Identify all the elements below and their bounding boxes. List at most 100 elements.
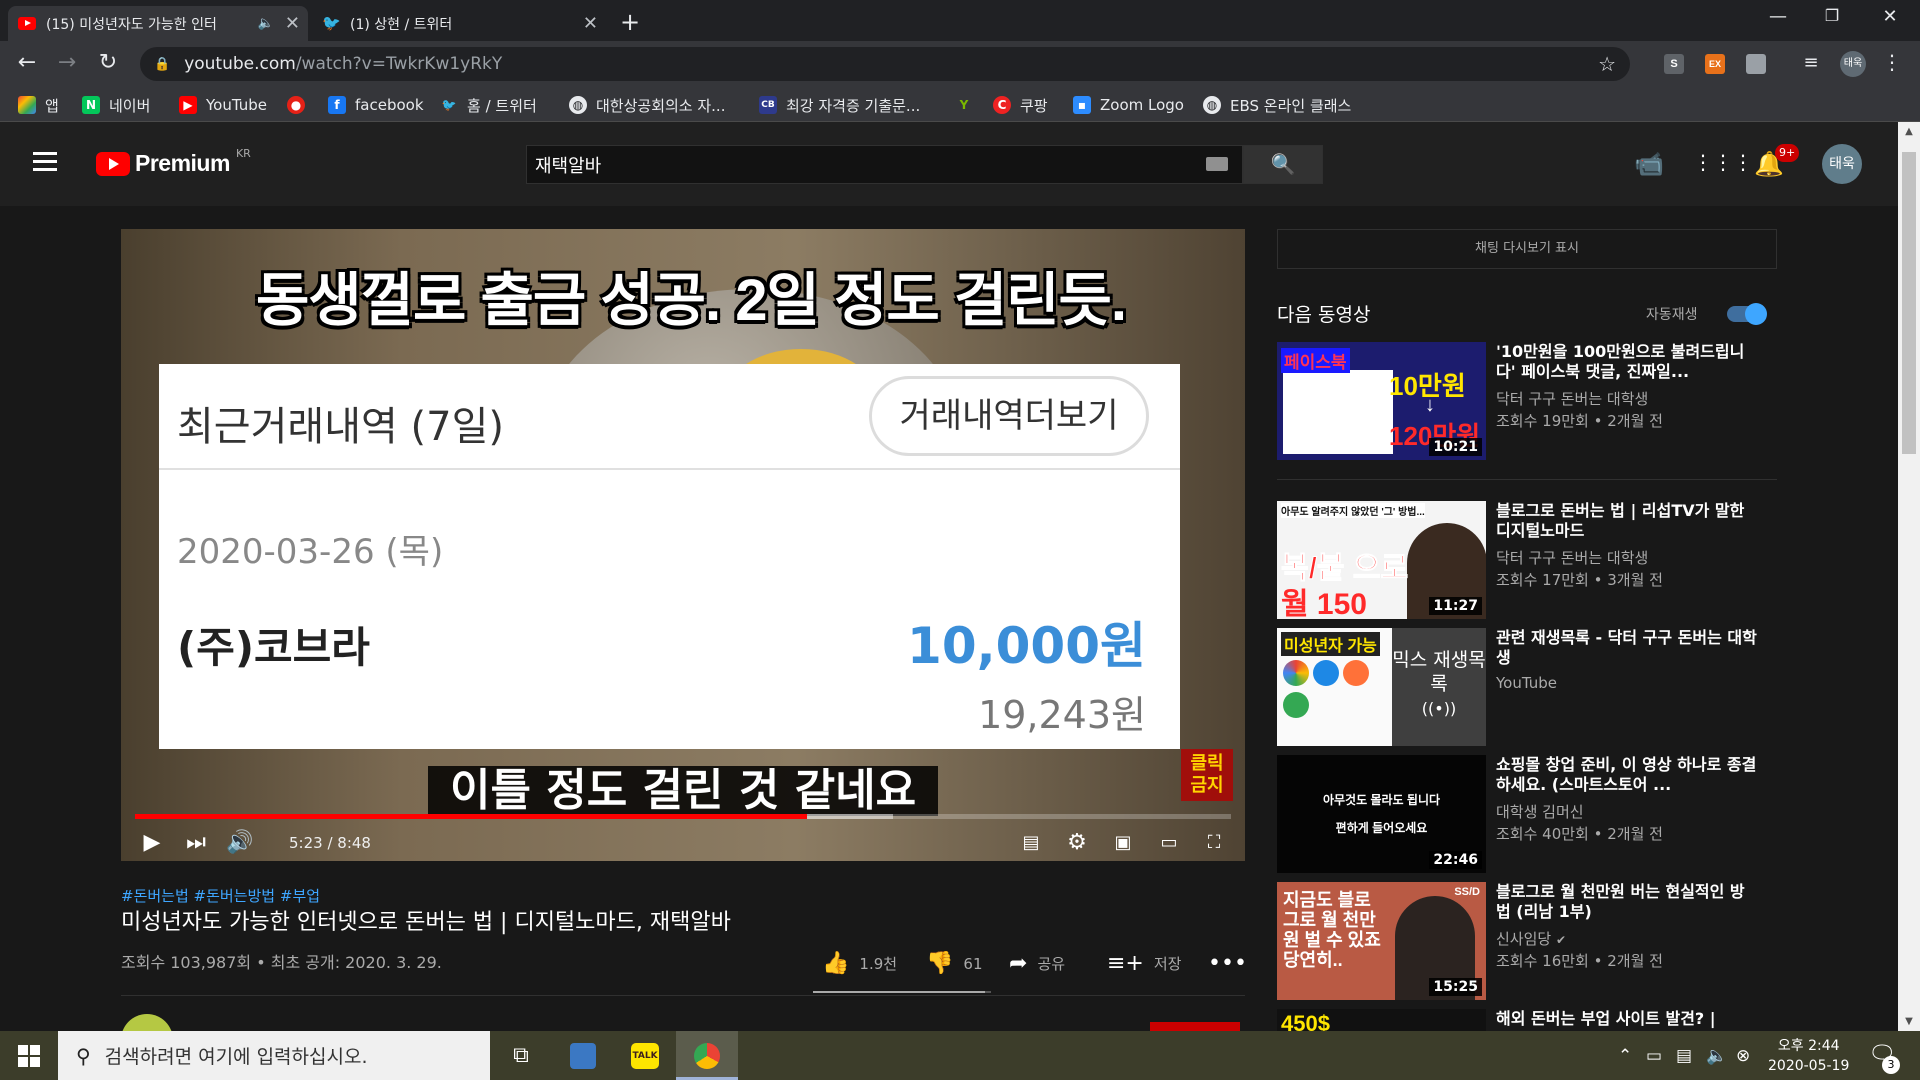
recommendation-item[interactable]: 450$ 해외 돈버는 부업 사이트 발견? |	[1277, 1009, 1777, 1031]
network-icon[interactable]: ▤	[1676, 1046, 1692, 1066]
bookmark-facebook[interactable]: f facebook	[328, 93, 424, 117]
minimize-icon[interactable]: —	[1758, 6, 1798, 27]
recommendation-channel[interactable]: 닥터 구구 돈버는 대학생	[1496, 547, 1648, 568]
address-bar[interactable]: 🔒 youtube.com/watch?v=TwkrKw1yRkY ☆	[140, 47, 1630, 81]
bookmark-twitter[interactable]: 🐦 홈 / 트위터	[440, 93, 537, 117]
channel-avatar[interactable]	[121, 1014, 173, 1031]
share-button[interactable]: ➦ 공유	[1009, 951, 1065, 976]
media-control-icon[interactable]: ≡	[1797, 52, 1825, 73]
close-tab-icon[interactable]: ✕	[583, 13, 598, 34]
more-actions-button[interactable]: •••	[1208, 951, 1257, 976]
video-thumbnail[interactable]: 페이스북 10만원 ↓ 120만원 10:21	[1277, 342, 1486, 460]
forward-arrow-icon[interactable]: →	[53, 50, 81, 75]
theater-mode-icon[interactable]: ▭	[1152, 829, 1186, 857]
recommendation-title[interactable]: 관련 재생목록 - 닥터 구구 돈버는 대학생	[1496, 628, 1758, 668]
apps-grid-icon[interactable]: ⋮⋮⋮	[1693, 150, 1753, 174]
tab-twitter[interactable]: 🐦 (1) 상현 / 트위터 ✕	[312, 6, 606, 41]
reload-icon[interactable]: ↻	[94, 50, 122, 75]
page-scrollbar[interactable]: ▲ ▼	[1898, 122, 1920, 1031]
tab-youtube[interactable]: (15) 미성년자도 가능한 인터 🔈 ✕	[8, 6, 308, 41]
miniplayer-icon[interactable]: ▣	[1106, 829, 1140, 857]
search-button[interactable]: 🔍	[1243, 145, 1323, 184]
video-player[interactable]: 동생껄로 출금 성공. 2일 정도 걸린듯. 최근거래내역 (7일) 거래내역더…	[121, 229, 1245, 861]
recommendation-channel[interactable]: 닥터 구구 돈버는 대학생	[1496, 388, 1648, 409]
extension-puzzle-icon[interactable]	[1746, 54, 1766, 74]
bookmark-zoom[interactable]: ▪ Zoom Logo	[1073, 93, 1184, 117]
bookmark-naver[interactable]: N 네이버	[82, 93, 150, 117]
restore-icon[interactable]: ❐	[1812, 6, 1852, 25]
recommendation-channel[interactable]: YouTube	[1496, 674, 1557, 692]
volume-icon[interactable]: 🔈	[1706, 1046, 1727, 1066]
recommendation-item[interactable]: 아무도 알려주지 않았던 '그' 방법... 복/붙 으로 월 150 11:2…	[1277, 501, 1777, 619]
avatar[interactable]: 태욱	[1822, 144, 1862, 184]
video-thumbnail[interactable]: 450$	[1277, 1009, 1486, 1031]
video-thumbnail[interactable]: 아무것도 몰라도 됩니다 편하게 들어오세요 22:46	[1277, 755, 1486, 873]
bookmark-ebs[interactable]: ◍ EBS 온라인 클래스	[1203, 93, 1351, 117]
video-thumbnail[interactable]: 아무도 알려주지 않았던 '그' 방법... 복/붙 으로 월 150 11:2…	[1277, 501, 1486, 619]
keyboard-icon[interactable]	[1206, 157, 1228, 171]
extension-ex-icon[interactable]: EX	[1705, 54, 1725, 74]
recommendation-title[interactable]: 쇼핑몰 창업 준비, 이 영상 하나로 종결하세요. (스마트스토어 ...	[1496, 755, 1758, 795]
save-button[interactable]: ≡+ 저장	[1107, 951, 1181, 976]
bookmark-star-icon[interactable]: ☆	[1598, 52, 1616, 76]
new-tab-button[interactable]: +	[620, 8, 640, 36]
hamburger-menu-icon[interactable]	[33, 152, 57, 176]
like-button[interactable]: 👍 1.9천	[822, 951, 897, 976]
recommendation-title[interactable]: 해외 돈버는 부업 사이트 발견? |	[1496, 1009, 1758, 1029]
close-tab-icon[interactable]: ✕	[285, 13, 300, 34]
bookmark-coupang[interactable]: C 쿠팡	[993, 93, 1048, 117]
video-thumbnail[interactable]: 지금도 블로그로 월 천만원 벌 수 있죠 당연히.. SS/D 15:25	[1277, 882, 1486, 1000]
recommendation-channel[interactable]: 신사임당 ✔	[1496, 928, 1566, 949]
next-icon[interactable]: ⏭	[179, 829, 213, 857]
scroll-up-icon[interactable]: ▲	[1898, 126, 1920, 137]
subscribe-button[interactable]	[1150, 1022, 1240, 1031]
recommendation-title[interactable]: '10만원을 100만원으로 불려드립니다' 페이스북 댓글, 진짜일...	[1496, 342, 1758, 382]
progress-bar[interactable]	[135, 814, 1231, 819]
tray-chevron-up-icon[interactable]: ⌃	[1618, 1046, 1632, 1066]
windows-start-icon[interactable]	[18, 1045, 40, 1067]
taskbar-search-input[interactable]: ⚲ 검색하려면 여기에 입력하십시오.	[58, 1031, 490, 1080]
settings-gear-icon[interactable]: ⚙	[1060, 829, 1094, 857]
task-view-icon[interactable]: ⧉	[490, 1031, 552, 1080]
scrollbar-thumb[interactable]	[1902, 152, 1916, 454]
taskbar-kakaotalk-icon[interactable]: TALK	[614, 1031, 676, 1080]
bookmark-record[interactable]: ●	[287, 93, 314, 117]
autoplay-toggle[interactable]	[1727, 303, 1767, 325]
taskbar-app-notes-icon[interactable]	[552, 1031, 614, 1080]
action-center-icon[interactable]: 🗨 3	[1868, 1042, 1900, 1074]
recommendation-item[interactable]: 미성년자 가능 믹스 재생목록 ((•)) 관련 재생목록 - 닥터 구구 돈버는…	[1277, 628, 1777, 746]
speaker-icon[interactable]: 🔈	[258, 16, 274, 31]
recommendation-item[interactable]: 지금도 블로그로 월 천만원 벌 수 있죠 당연히.. SS/D 15:25 블…	[1277, 882, 1777, 1000]
bookmark-apps[interactable]: 앱	[18, 93, 59, 117]
battery-icon[interactable]: ▭	[1646, 1046, 1662, 1066]
search-input[interactable]: 재택알바	[526, 145, 1243, 184]
recommendation-title[interactable]: 블로그로 월 천만원 버는 현실적인 방법 (리남 1부)	[1496, 882, 1758, 922]
play-icon[interactable]: ▶	[135, 829, 169, 857]
profile-avatar[interactable]: 태욱	[1840, 51, 1866, 77]
extension-s-icon[interactable]: S	[1664, 54, 1684, 74]
lock-icon[interactable]: 🔒	[154, 57, 170, 72]
taskbar-clock[interactable]: 오후 2:44 2020-05-19	[1768, 1036, 1849, 1076]
close-window-icon[interactable]: ✕	[1870, 6, 1910, 27]
taskbar-chrome-icon[interactable]	[676, 1031, 738, 1080]
bookmark-y[interactable]: Y	[955, 93, 982, 117]
bookmark-korcham[interactable]: ◍ 대한상공회의소 자...	[569, 93, 725, 117]
bookmark-cbt[interactable]: CB 최강 자격증 기출문...	[759, 93, 920, 117]
recommendation-title[interactable]: 블로그로 돈버는 법 | 리섭TV가 말한 디지털노마드	[1496, 501, 1758, 541]
chat-replay-button[interactable]: 채팅 다시보기 표시	[1277, 229, 1777, 269]
back-arrow-icon[interactable]: ←	[13, 50, 41, 75]
create-video-icon[interactable]: 📹	[1634, 150, 1664, 178]
bookmark-youtube[interactable]: ▶ YouTube	[179, 93, 267, 117]
fullscreen-icon[interactable]: ⛶	[1197, 829, 1231, 857]
volume-icon[interactable]: 🔊	[223, 829, 257, 857]
recommendation-channel[interactable]: 대학생 김머신	[1496, 801, 1584, 822]
subtitles-icon[interactable]: ▤	[1014, 829, 1048, 857]
recommendation-item[interactable]: 페이스북 10만원 ↓ 120만원 10:21 '10만원을 100만원으로 불…	[1277, 342, 1777, 460]
video-hashtags[interactable]: #돈버는법 #돈버는방법 #부업	[121, 885, 320, 906]
scroll-down-icon[interactable]: ▼	[1898, 1016, 1920, 1027]
video-thumbnail[interactable]: 미성년자 가능 믹스 재생목록 ((•))	[1277, 628, 1486, 746]
recommendation-item[interactable]: 아무것도 몰라도 됩니다 편하게 들어오세요 22:46 쇼핑몰 창업 준비, …	[1277, 755, 1777, 873]
mute-circle-icon[interactable]: ⊗	[1736, 1046, 1750, 1066]
chrome-menu-icon[interactable]: ⋮	[1878, 50, 1906, 74]
youtube-premium-logo[interactable]: Premium KR	[96, 147, 251, 177]
